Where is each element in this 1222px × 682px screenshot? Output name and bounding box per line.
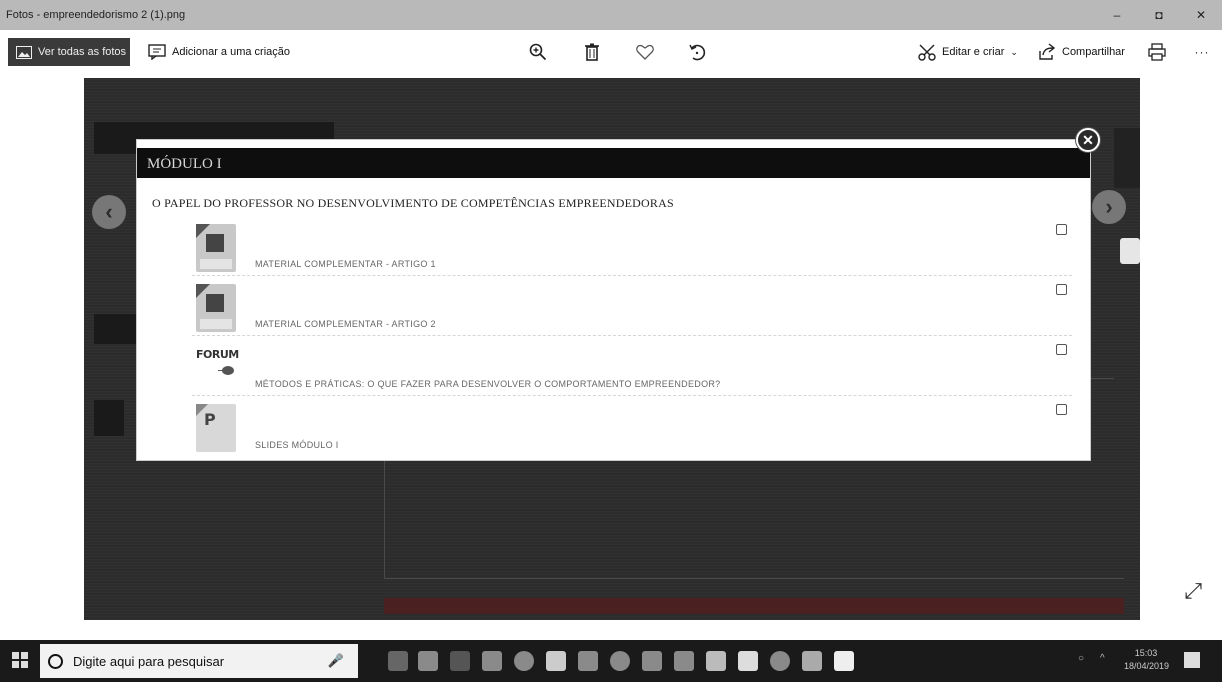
list-item[interactable]: MATERIAL COMPLEMENTAR - ARTIGO 1 <box>192 216 1072 276</box>
edit-scissors-icon <box>918 44 936 61</box>
item-checkbox[interactable] <box>1056 344 1067 355</box>
share-icon <box>1039 43 1056 60</box>
media-player-icon[interactable] <box>610 651 630 671</box>
item-checkbox[interactable] <box>1056 404 1067 415</box>
item-label: MÉTODOS E PRÁTICAS: O QUE FAZER PARA DES… <box>255 379 721 389</box>
pdf-icon <box>196 284 236 332</box>
shield-icon[interactable] <box>706 651 726 671</box>
expand-icon[interactable]: ⤢ <box>1184 578 1202 604</box>
background-right-bar <box>1114 128 1140 188</box>
previous-arrow-icon[interactable]: ‹ <box>92 195 126 229</box>
modal-title: O PAPEL DO PROFESSOR NO DESENVOLVIMENTO … <box>152 196 674 210</box>
pdf-icon <box>196 224 236 272</box>
maximize-button[interactable]: ◘ <box>1142 6 1176 24</box>
pen-icon[interactable] <box>802 651 822 671</box>
word-icon[interactable] <box>674 651 694 671</box>
clock[interactable]: 15:03 18/04/2019 <box>1124 647 1170 673</box>
taskbar: Digite aqui para pesquisar 🎤 ○ ^ 15:03 1… <box>0 640 1222 682</box>
modal-header: MÓDULO I <box>137 148 1090 178</box>
item-label: MATERIAL COMPLEMENTAR - ARTIGO 2 <box>255 319 436 329</box>
minimize-button[interactable]: – <box>1100 6 1134 24</box>
share-label: Compartilhar <box>1062 46 1125 58</box>
cortana-circle-icon <box>48 653 63 669</box>
photo-viewer: ‹ › ✕ MÓDULO I O PAPEL DO PROFESSOR NO D… <box>0 78 1222 638</box>
item-checkbox[interactable] <box>1056 284 1067 295</box>
spotify-icon[interactable] <box>770 651 790 671</box>
task-view-icon[interactable] <box>388 651 408 671</box>
next-arrow-icon[interactable]: › <box>1092 190 1126 224</box>
accessibility-icon <box>1120 238 1140 264</box>
clock-time: 15:03 <box>1134 648 1158 658</box>
print-icon[interactable] <box>1145 40 1169 64</box>
excel-icon[interactable] <box>642 651 662 671</box>
title-bar: Fotos - empreendedorismo 2 (1).png – ◘ ✕ <box>0 0 1222 30</box>
people-icon[interactable]: ○ <box>1078 653 1084 664</box>
background-divider-2 <box>384 578 1124 579</box>
photos-toolbar: Ver todas as fotos Adicionar a uma criaç… <box>0 30 1222 78</box>
list-item[interactable]: MATERIAL COMPLEMENTAR - ARTIGO 2 <box>192 276 1072 336</box>
item-label: MATERIAL COMPLEMENTAR - ARTIGO 1 <box>255 259 436 269</box>
tray-chevron-icon[interactable]: ^ <box>1100 653 1105 664</box>
photos-app-icon[interactable] <box>834 651 854 671</box>
more-options-button[interactable]: ··· <box>1190 40 1214 64</box>
powerpoint-icon[interactable] <box>578 651 598 671</box>
search-placeholder: Digite aqui para pesquisar <box>73 653 225 669</box>
rotate-icon[interactable] <box>685 40 709 64</box>
list-item[interactable]: P SLIDES MÓDULO I <box>192 396 1072 456</box>
close-modal-button[interactable]: ✕ <box>1076 128 1100 152</box>
view-all-photos-button[interactable]: Ver todas as fotos <box>8 38 130 66</box>
zoom-icon[interactable] <box>526 40 550 64</box>
edit-create-button[interactable]: Editar e criar ⌄ <box>918 38 1018 66</box>
ppt-icon-text: P <box>204 410 216 429</box>
store-app-icon[interactable] <box>418 651 438 671</box>
window-title: Fotos - empreendedorismo 2 (1).png <box>6 9 186 21</box>
edge-icon[interactable] <box>450 651 470 671</box>
background-side-block-2 <box>94 400 124 436</box>
chevron-down-icon: ⌄ <box>1010 46 1018 57</box>
delete-icon[interactable] <box>580 40 604 64</box>
item-checkbox[interactable] <box>1056 224 1067 235</box>
mail-icon[interactable] <box>738 651 758 671</box>
forum-icon-text: FORUM <box>196 348 239 361</box>
close-window-button[interactable]: ✕ <box>1184 6 1218 24</box>
share-button[interactable]: Compartilhar <box>1038 38 1125 66</box>
microphone-icon[interactable]: 🎤 <box>328 653 344 669</box>
creation-icon <box>148 44 166 60</box>
ppt-icon: P <box>196 404 236 452</box>
chrome-icon[interactable] <box>514 651 534 671</box>
image-icon <box>16 45 32 59</box>
taskbar-search[interactable]: Digite aqui para pesquisar 🎤 <box>40 644 358 678</box>
module-modal: ✕ MÓDULO I O PAPEL DO PROFESSOR NO DESEN… <box>137 128 1100 460</box>
notifications-icon[interactable] <box>1184 652 1200 668</box>
add-to-creation-button[interactable]: Adicionar a uma criação <box>148 38 290 66</box>
store-bag-icon[interactable] <box>546 651 566 671</box>
edit-create-label: Editar e criar <box>942 46 1005 58</box>
list-item[interactable]: FORUM MÉTODOS E PRÁTICAS: O QUE FAZER PA… <box>192 336 1072 396</box>
file-explorer-icon[interactable] <box>482 651 502 671</box>
start-windows-icon[interactable] <box>12 652 28 668</box>
forum-icon: FORUM <box>196 344 239 392</box>
add-to-creation-label: Adicionar a uma criação <box>172 46 291 58</box>
view-all-photos-label: Ver todas as fotos <box>38 46 127 58</box>
background-tab-strip <box>384 598 1124 614</box>
clock-date: 18/04/2019 <box>1124 661 1170 671</box>
favorite-heart-icon[interactable] <box>633 40 657 64</box>
item-label: SLIDES MÓDULO I <box>255 440 339 450</box>
